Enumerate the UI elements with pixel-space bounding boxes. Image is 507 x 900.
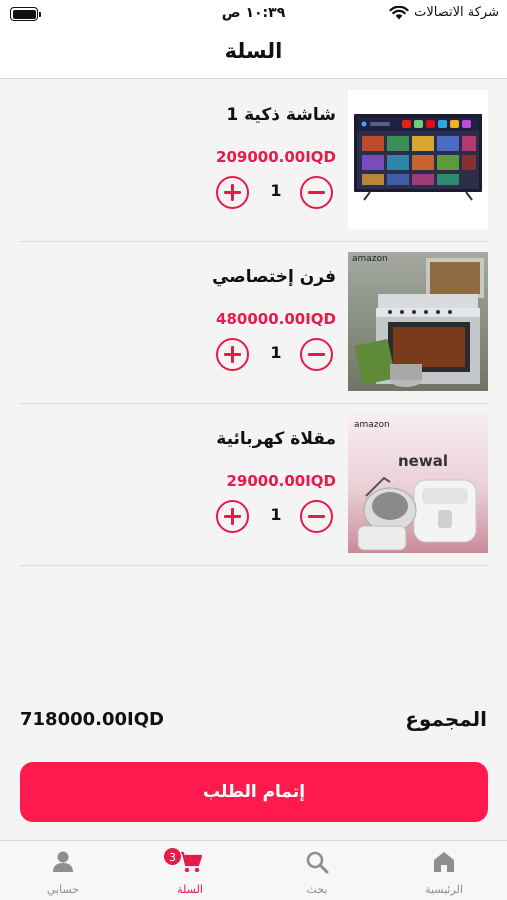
wifi-icon (389, 5, 409, 19)
search-icon (306, 851, 329, 874)
increase-quantity-button[interactable] (216, 500, 249, 533)
tab-home[interactable]: الرئيسية (381, 841, 507, 900)
checkout-button[interactable]: إتمام الطلب (20, 762, 488, 822)
decrease-quantity-button[interactable] (300, 176, 333, 209)
user-icon (53, 851, 73, 872)
home-icon (434, 852, 454, 872)
quantity-value: 1 (270, 505, 282, 524)
tab-label: حسابي (46, 883, 80, 896)
cart-item: amazon فرن إختصاصي 480000.00IQD 1 (20, 242, 488, 404)
tab-label: السلة (177, 883, 203, 896)
cart-item: شاشة ذكية 1 209000.00IQD 1 (20, 80, 488, 242)
electric-fryer-image[interactable]: amazon newal (348, 414, 488, 553)
tab-bar: الرئيسية بحث 3 السلة حسابي (0, 840, 507, 900)
increase-quantity-button[interactable] (216, 338, 249, 371)
fryer-image-product-brand: newal (398, 452, 448, 470)
tab-account[interactable]: حسابي (0, 841, 126, 900)
cart-count-badge: 3 (163, 847, 182, 866)
item-name: مقلاة كهربائية (216, 429, 336, 449)
decrease-quantity-button[interactable] (300, 500, 333, 533)
oven-image-brand: amazon (352, 254, 388, 264)
tab-cart[interactable]: 3 السلة (127, 841, 253, 900)
gas-oven-image[interactable]: amazon (348, 252, 488, 391)
total-label: المجموع (405, 707, 487, 731)
item-price: 209000.00IQD (216, 148, 336, 166)
tab-search[interactable]: بحث (254, 841, 380, 900)
increase-quantity-button[interactable] (216, 176, 249, 209)
header: السلة (0, 30, 507, 79)
item-name: فرن إختصاصي (212, 267, 336, 287)
fryer-image-brand: amazon (354, 420, 390, 430)
item-price: 480000.00IQD (216, 310, 336, 328)
carrier-name: شركة الاتصالات (414, 5, 499, 20)
quantity-value: 1 (270, 343, 282, 362)
smart-tv-image[interactable] (348, 90, 488, 229)
total-amount: 718000.00IQD (20, 709, 164, 730)
status-bar: ١٠:٣٩ ص شركة الاتصالات (0, 0, 507, 30)
item-name: شاشة ذكية 1 (226, 105, 336, 125)
carrier-info: شركة الاتصالات (389, 5, 499, 20)
cart-item: amazon newal مقلاة كهربائية 29000.00IQD … (20, 404, 488, 566)
page-title: السلة (224, 39, 283, 63)
decrease-quantity-button[interactable] (300, 338, 333, 371)
item-price: 29000.00IQD (226, 472, 336, 490)
quantity-value: 1 (270, 181, 282, 200)
tab-label: بحث (306, 883, 328, 896)
tab-label: الرئيسية (425, 883, 463, 896)
